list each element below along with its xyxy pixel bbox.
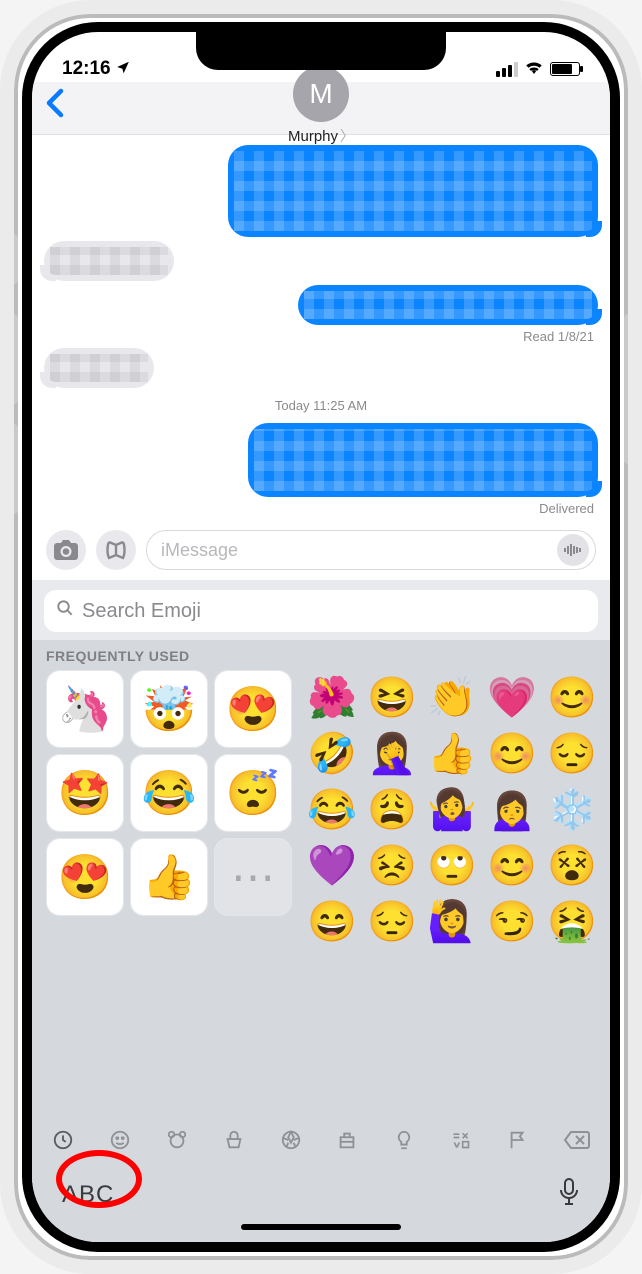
emoji-search-input[interactable]: Search Emoji bbox=[44, 590, 598, 632]
emoji-key[interactable]: 😄 bbox=[307, 902, 357, 942]
notch bbox=[196, 32, 446, 70]
category-animals-icon[interactable] bbox=[162, 1129, 192, 1151]
emoji-key[interactable]: 😔 bbox=[547, 734, 597, 774]
memoji-sticker[interactable]: 😂 bbox=[130, 754, 208, 832]
category-food-icon[interactable] bbox=[219, 1129, 249, 1151]
emoji-key[interactable]: 🙍‍♀️ bbox=[487, 790, 537, 830]
wifi-icon bbox=[524, 58, 544, 80]
outgoing-message bbox=[44, 145, 598, 237]
back-button[interactable] bbox=[46, 88, 64, 124]
message-thread[interactable]: Read 1/8/21 Today 11:25 AM Delivered bbox=[32, 135, 610, 524]
thread-timestamp: Today 11:25 AM bbox=[44, 398, 598, 413]
status-time: 12:16 bbox=[62, 58, 130, 80]
compose-bar: iMessage bbox=[32, 524, 610, 580]
memoji-sticker[interactable]: 🤯 bbox=[130, 670, 208, 748]
emoji-key[interactable]: ❄️ bbox=[547, 790, 597, 830]
message-input[interactable]: iMessage bbox=[146, 530, 596, 570]
voice-message-button[interactable] bbox=[557, 534, 589, 566]
memoji-sticker[interactable]: 😍 bbox=[46, 838, 124, 916]
memoji-sticker[interactable]: 🤩 bbox=[46, 754, 124, 832]
status-time-text: 12:16 bbox=[62, 58, 111, 79]
category-recents-icon[interactable] bbox=[48, 1129, 78, 1151]
app-drawer-button[interactable] bbox=[96, 530, 136, 570]
search-icon bbox=[56, 599, 74, 623]
emoji-key[interactable]: 😣 bbox=[367, 846, 417, 886]
emoji-key[interactable]: 😆 bbox=[367, 678, 417, 718]
emoji-key[interactable]: 🤮 bbox=[547, 902, 597, 942]
emoji-search-placeholder: Search Emoji bbox=[82, 600, 201, 623]
incoming-message bbox=[44, 348, 598, 388]
emoji-key[interactable]: 👍 bbox=[427, 734, 477, 774]
memoji-sticker[interactable]: 👍 bbox=[130, 838, 208, 916]
memoji-sticker[interactable]: 🦄 bbox=[46, 670, 124, 748]
cell-signal-icon bbox=[496, 62, 518, 77]
emoji-key[interactable]: 💗 bbox=[487, 678, 537, 718]
delete-key[interactable] bbox=[560, 1129, 594, 1151]
incoming-message bbox=[44, 241, 598, 281]
category-flags-icon[interactable] bbox=[503, 1129, 533, 1151]
emoji-key[interactable]: 👏 bbox=[427, 678, 477, 718]
category-activity-icon[interactable] bbox=[276, 1129, 306, 1151]
camera-button[interactable] bbox=[46, 530, 86, 570]
battery-icon bbox=[550, 62, 580, 76]
emoji-key[interactable]: 🤣 bbox=[307, 734, 357, 774]
emoji-key[interactable]: 🙄 bbox=[427, 846, 477, 886]
emoji-key[interactable]: 😵 bbox=[547, 846, 597, 886]
category-objects-icon[interactable] bbox=[389, 1129, 419, 1151]
category-smileys-icon[interactable] bbox=[105, 1129, 135, 1151]
emoji-key[interactable]: 😔 bbox=[367, 902, 417, 942]
delivered-receipt: Delivered bbox=[44, 501, 594, 516]
emoji-key[interactable]: 🤷‍♀️ bbox=[427, 790, 477, 830]
memoji-sticker[interactable]: 😴 bbox=[214, 754, 292, 832]
emoji-key[interactable]: 😊 bbox=[487, 846, 537, 886]
emoji-key[interactable]: 🤦‍♀️ bbox=[367, 734, 417, 774]
emoji-key[interactable]: 😊 bbox=[547, 678, 597, 718]
emoji-key[interactable]: 🙋‍♀️ bbox=[427, 902, 477, 942]
memoji-sticker[interactable]: 😍 bbox=[214, 670, 292, 748]
category-travel-icon[interactable] bbox=[332, 1129, 362, 1151]
emoji-section-label: FREQUENTLY USED bbox=[32, 640, 610, 666]
emoji-key[interactable]: 😏 bbox=[487, 902, 537, 942]
annotation-highlight bbox=[56, 1150, 142, 1208]
emoji-key[interactable]: 😂 bbox=[307, 790, 357, 830]
conversation-header: M Murphy 〉 bbox=[32, 82, 610, 135]
read-receipt: Read 1/8/21 bbox=[44, 329, 594, 344]
outgoing-message bbox=[44, 423, 598, 497]
memoji-grid: 🦄 🤯 😍 🤩 😂 😴 😍 👍 ⋯ bbox=[46, 670, 292, 1117]
category-symbols-icon[interactable] bbox=[446, 1130, 476, 1150]
emoji-key[interactable]: 😩 bbox=[367, 790, 417, 830]
home-indicator[interactable] bbox=[241, 1224, 401, 1230]
emoji-key[interactable]: 😊 bbox=[487, 734, 537, 774]
memoji-more-button[interactable]: ⋯ bbox=[214, 838, 292, 916]
outgoing-message bbox=[44, 285, 598, 325]
emoji-key[interactable]: 💜 bbox=[307, 846, 357, 886]
message-placeholder: iMessage bbox=[161, 540, 238, 561]
dictation-button[interactable] bbox=[558, 1177, 580, 1212]
location-icon bbox=[116, 58, 130, 80]
emoji-key[interactable]: 🌺 bbox=[307, 678, 357, 718]
emoji-keyboard: Search Emoji FREQUENTLY USED 🦄 🤯 😍 🤩 😂 😴… bbox=[32, 580, 610, 1242]
emoji-grid: 🌺 😆 👏 💗 😊 🤣 🤦‍♀️ 👍 😊 😔 😂 😩 🤷‍♀️ bbox=[302, 670, 602, 1117]
